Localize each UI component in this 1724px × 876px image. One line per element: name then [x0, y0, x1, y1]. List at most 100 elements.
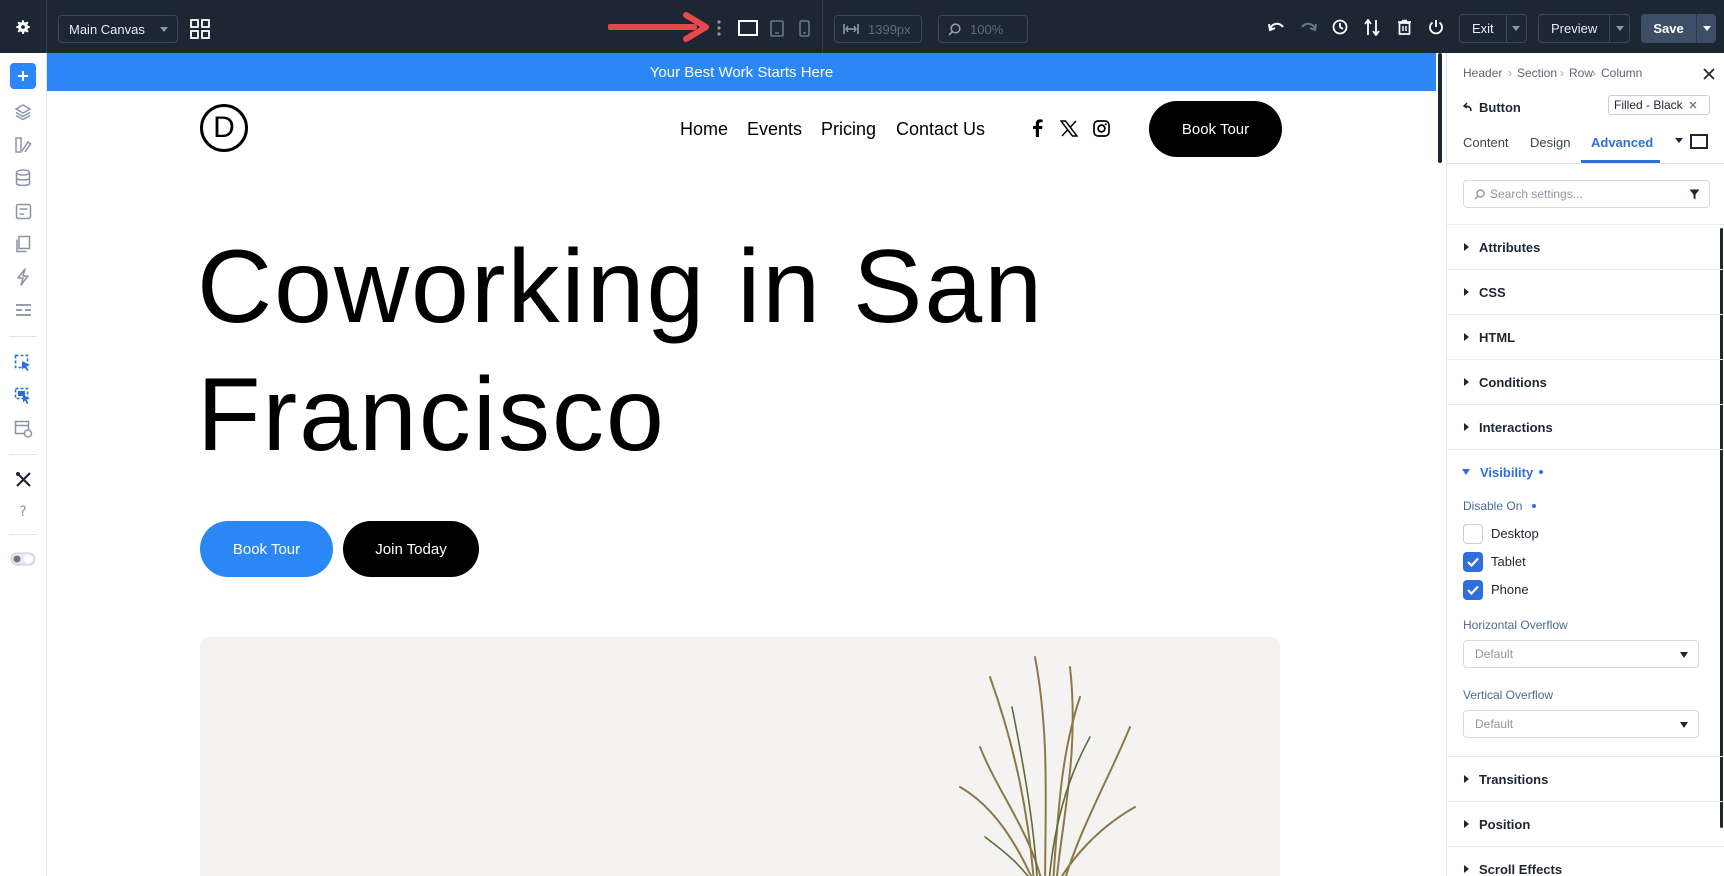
header-book-tour-button[interactable]: Book Tour [1149, 101, 1282, 157]
vertical-overflow-select[interactable]: Default [1463, 710, 1699, 738]
sort-arrows-icon[interactable] [1362, 17, 1382, 37]
section-attributes-label: Attributes [1479, 239, 1541, 255]
hero-image [200, 637, 1280, 876]
back-arrow-icon[interactable] [1462, 99, 1473, 112]
section-html[interactable]: HTML [1447, 314, 1724, 359]
checkbox-tablet-label: Tablet [1491, 554, 1526, 569]
nav-link-pricing[interactable]: Pricing [821, 119, 876, 140]
breadcrumb-header[interactable]: Header [1463, 66, 1502, 80]
section-transitions[interactable]: Transitions [1447, 756, 1724, 801]
settings-gear-icon[interactable] [11, 15, 35, 39]
tabs-divider [1447, 163, 1724, 164]
checkbox-tablet[interactable] [1463, 552, 1483, 572]
trash-icon[interactable] [1394, 17, 1414, 37]
tools-icon[interactable] [10, 466, 36, 492]
chevron-down-icon [160, 27, 168, 32]
section-visibility-label: Visibility [1480, 464, 1534, 480]
layers-icon[interactable] [10, 99, 36, 125]
expanded-arrow-icon [1462, 469, 1470, 475]
preview-dropdown-icon[interactable] [1609, 15, 1629, 42]
breadcrumb-column[interactable]: Column [1601, 66, 1642, 80]
help-icon[interactable]: ? [10, 499, 36, 525]
filter-icon[interactable] [1689, 189, 1700, 200]
section-css[interactable]: CSS [1447, 269, 1724, 314]
rows-icon[interactable] [10, 297, 36, 323]
select-cursor-icon[interactable] [10, 350, 36, 376]
pages-icon[interactable] [10, 231, 36, 257]
breadcrumb-section[interactable]: Section [1517, 66, 1557, 80]
disable-on-label: Disable On [1463, 499, 1523, 513]
nav-link-events[interactable]: Events [747, 119, 802, 140]
checkbox-phone[interactable] [1463, 580, 1483, 600]
preview-button-label: Preview [1551, 21, 1598, 36]
close-icon[interactable] [1703, 67, 1715, 80]
section-conditions[interactable]: Conditions [1447, 359, 1724, 404]
sidebar-divider [9, 336, 37, 337]
nav-link-home[interactable]: Home [680, 119, 728, 140]
power-icon[interactable] [1426, 17, 1446, 37]
page-settings-icon[interactable] [10, 198, 36, 224]
hero-line-2: Francisco [197, 357, 666, 473]
site-logo[interactable]: D [200, 104, 248, 152]
lightning-icon[interactable] [10, 264, 36, 290]
checkbox-desktop[interactable] [1463, 524, 1483, 544]
save-button[interactable]: Save [1641, 14, 1716, 43]
instagram-icon[interactable] [1091, 118, 1111, 138]
tab-advanced[interactable]: Advanced [1591, 135, 1653, 150]
section-position[interactable]: Position [1447, 801, 1724, 846]
chevron-down-icon [1680, 652, 1688, 658]
search-settings-field[interactable]: Search settings... [1463, 180, 1710, 208]
tablet-view-icon[interactable] [768, 18, 786, 38]
multi-select-icon[interactable] [10, 383, 36, 409]
element-name: Button [1479, 100, 1521, 115]
design-library-icon[interactable] [10, 132, 36, 158]
tab-more-dropdown-icon[interactable] [1675, 138, 1683, 143]
phone-view-icon[interactable] [796, 18, 812, 38]
undo-icon[interactable] [1266, 17, 1286, 37]
announcement-text: Your Best Work Starts Here [649, 63, 834, 81]
panel-expand-icon[interactable] [1690, 134, 1708, 149]
nav-link-contact[interactable]: Contact Us [896, 119, 985, 140]
database-icon[interactable] [10, 165, 36, 191]
redo-icon[interactable] [1298, 17, 1318, 37]
cta-book-tour-label: Book Tour [232, 540, 301, 558]
header-book-tour-label: Book Tour [1181, 120, 1250, 138]
search-placeholder: Search settings... [1490, 187, 1583, 201]
desktop-view-icon[interactable] [736, 18, 760, 38]
more-vertical-icon[interactable] [714, 18, 724, 38]
cta-join-today-button[interactable]: Join Today [343, 521, 479, 577]
remove-preset-icon[interactable] [1689, 101, 1697, 109]
history-clock-icon[interactable] [1330, 17, 1350, 37]
section-attributes[interactable]: Attributes [1447, 224, 1724, 269]
add-element-button[interactable] [10, 63, 36, 89]
breadcrumb-row[interactable]: Row [1569, 66, 1593, 80]
exit-button[interactable]: Exit [1459, 14, 1527, 43]
section-scroll-effects[interactable]: Scroll Effects [1447, 846, 1724, 876]
tab-design[interactable]: Design [1530, 135, 1570, 150]
x-icon[interactable] [1059, 118, 1079, 138]
canvas-width-field[interactable]: 1399px [834, 15, 922, 43]
canvas-select[interactable]: Main Canvas [58, 15, 178, 43]
toolbar-divider [822, 0, 823, 53]
zoom-field[interactable]: 100% [938, 15, 1028, 43]
hero-line-1: Coworking in San [197, 229, 1045, 345]
tab-content[interactable]: Content [1463, 135, 1509, 150]
horizontal-overflow-value: Default [1475, 647, 1514, 661]
section-interactions[interactable]: Interactions [1447, 404, 1724, 449]
preview-button[interactable]: Preview [1538, 14, 1631, 43]
exit-dropdown-icon[interactable] [1505, 15, 1526, 42]
facebook-icon[interactable] [1027, 118, 1047, 138]
horizontal-overflow-select[interactable]: Default [1463, 640, 1699, 668]
section-visibility[interactable]: Visibility [1447, 449, 1724, 494]
preset-badge-label: Filled - Black [1614, 98, 1683, 112]
mode-toggle-icon[interactable] [10, 546, 36, 572]
canvas-scrollbar[interactable] [1438, 53, 1442, 163]
template-eye-icon[interactable] [10, 416, 36, 442]
save-dropdown-icon[interactable] [1696, 14, 1716, 43]
zoom-value: 100% [970, 21, 1004, 37]
grid-layout-icon[interactable] [188, 17, 212, 41]
breadcrumb-separator: › [1508, 66, 1512, 80]
cta-book-tour-button[interactable]: Book Tour [200, 521, 333, 577]
preset-badge[interactable]: Filled - Black [1608, 95, 1710, 115]
top-toolbar: Main Canvas 1399px 100% Exit Preview Sav… [0, 0, 1724, 53]
